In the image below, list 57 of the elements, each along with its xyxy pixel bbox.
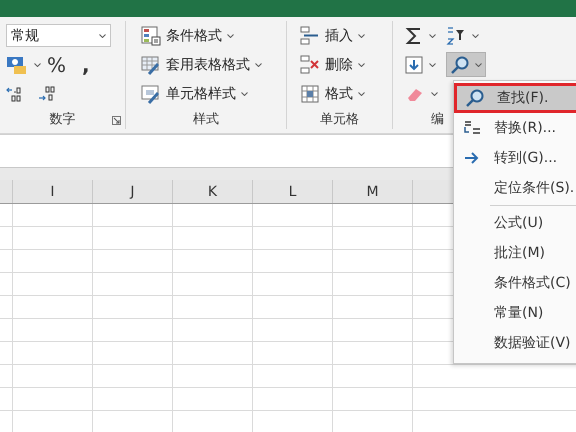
- decrease-decimal-icon[interactable]: [38, 84, 56, 102]
- format-grid-icon: [300, 84, 320, 104]
- menu-item[interactable]: 数据验证(V): [454, 328, 576, 358]
- style-menu-button[interactable]: 条件格式: [138, 23, 265, 48]
- conditional-format-icon: [141, 26, 161, 46]
- group-label: 单元格: [320, 110, 359, 128]
- arrow-icon: [464, 152, 480, 164]
- caret-icon: [34, 62, 41, 66]
- caret-icon: [241, 92, 248, 96]
- menu-item[interactable]: 常量(N): [454, 298, 576, 328]
- column-header[interactable]: M: [332, 180, 412, 203]
- comma-button[interactable]: ,: [82, 52, 90, 76]
- menu-item[interactable]: 批注(M): [454, 238, 576, 268]
- caret-icon: [358, 34, 365, 38]
- sum-icon[interactable]: [405, 26, 423, 46]
- dialog-launcher-icon[interactable]: [112, 116, 121, 125]
- search-icon: [450, 54, 470, 74]
- menu-item[interactable]: 转到(G)...: [454, 143, 576, 173]
- caret-icon: [255, 62, 262, 66]
- cells-menu-button[interactable]: 格式: [297, 81, 368, 106]
- caret-icon: [472, 34, 479, 38]
- caret-icon: [358, 62, 365, 66]
- style-menu-button[interactable]: 单元格样式: [138, 81, 265, 106]
- column-header[interactable]: L: [252, 180, 332, 203]
- group-label: 编: [431, 110, 444, 128]
- cell-brush-icon: [141, 84, 161, 104]
- menu-item[interactable]: 替换(R)...: [454, 113, 576, 143]
- group-label: 样式: [193, 110, 219, 128]
- caret-icon: [429, 34, 436, 38]
- find-select-button[interactable]: [446, 52, 486, 77]
- column-header[interactable]: I: [12, 180, 92, 203]
- table-brush-icon: [141, 54, 161, 74]
- caret-icon: [358, 92, 365, 96]
- caret-icon: [227, 34, 234, 38]
- sort-filter-icon[interactable]: [446, 26, 466, 46]
- cells-menu-button[interactable]: 删除: [297, 52, 368, 77]
- delete-rows-icon: [300, 54, 320, 74]
- menu-item[interactable]: 公式(U): [454, 208, 576, 238]
- column-header[interactable]: J: [92, 180, 172, 203]
- group-label: 数字: [50, 110, 76, 128]
- number-format-dropdown[interactable]: 常规: [6, 24, 111, 47]
- caret-icon: [99, 34, 106, 38]
- fill-down-icon[interactable]: [405, 56, 423, 74]
- cells-menu-button[interactable]: 插入: [297, 23, 368, 48]
- menu-item[interactable]: 查找(F).: [454, 83, 576, 113]
- insert-rows-icon: [300, 26, 320, 46]
- caret-icon: [431, 92, 438, 96]
- menu-item[interactable]: 定位条件(S).: [454, 173, 576, 203]
- caret-icon: [475, 62, 482, 66]
- percent-button[interactable]: %: [47, 52, 66, 76]
- currency-icon[interactable]: [6, 54, 28, 74]
- search-icon: [465, 88, 485, 108]
- replace-icon: [463, 119, 481, 137]
- style-menu-button[interactable]: 套用表格格式: [138, 52, 265, 77]
- caret-icon: [429, 62, 436, 66]
- menu-item[interactable]: 条件格式(C): [454, 268, 576, 298]
- column-header[interactable]: K: [172, 180, 252, 203]
